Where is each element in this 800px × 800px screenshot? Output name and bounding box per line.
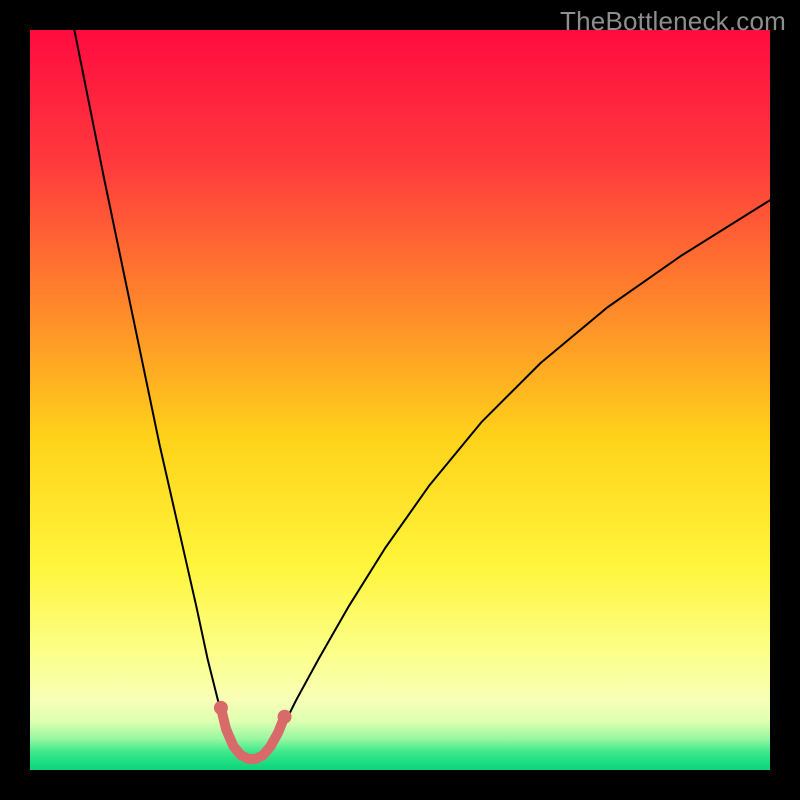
plot-area bbox=[30, 30, 770, 770]
gradient-background bbox=[30, 30, 770, 770]
chart-frame: TheBottleneck.com bbox=[0, 0, 800, 800]
watermark-text: TheBottleneck.com bbox=[560, 6, 786, 37]
chart-svg bbox=[30, 30, 770, 770]
marker-bottom-highlight bbox=[278, 710, 292, 724]
marker-bottom-highlight bbox=[214, 701, 228, 715]
